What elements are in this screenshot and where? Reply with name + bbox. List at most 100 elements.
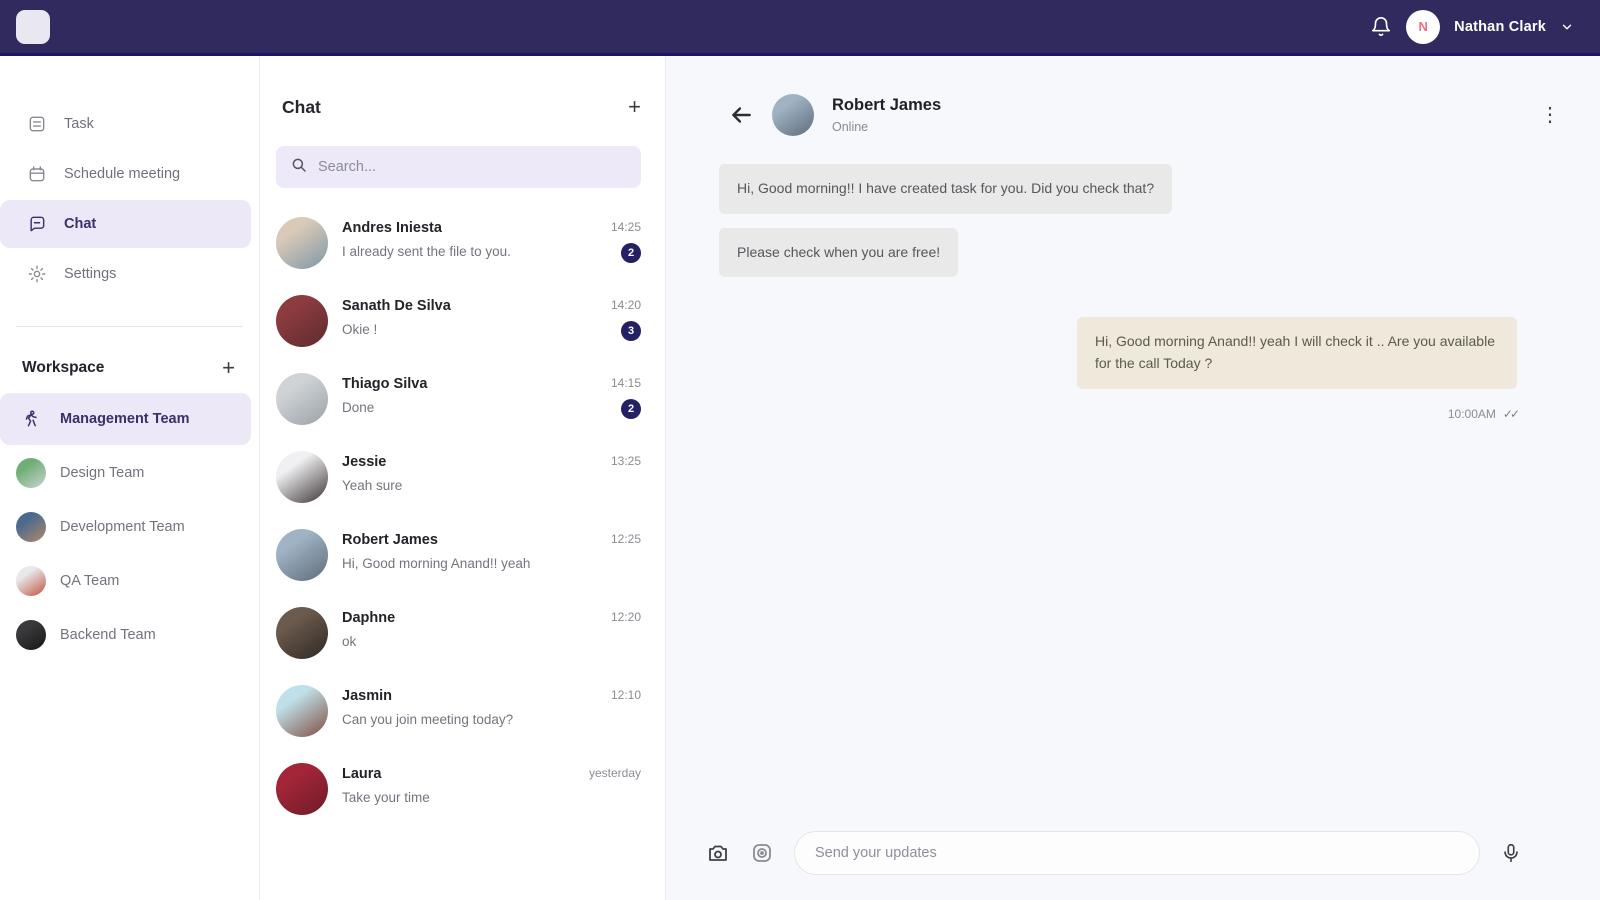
- sidebar-item-schedule-meeting[interactable]: Schedule meeting: [0, 150, 251, 198]
- conversation-panel: Robert James Online ⋮ Hi, Good morning!!…: [666, 56, 1600, 900]
- conversation-preview: I already sent the file to you.: [342, 244, 511, 259]
- sticker-icon[interactable]: [750, 841, 774, 865]
- conversation-time: 14:25: [610, 220, 641, 234]
- message-area: Hi, Good morning!! I have created task f…: [666, 156, 1600, 812]
- avatar: [276, 451, 328, 503]
- user-avatar[interactable]: N: [1406, 9, 1441, 44]
- conversation-time: 12:25: [610, 532, 641, 546]
- search-icon: [290, 156, 308, 179]
- conversation-preview: Hi, Good morning Anand!! yeah: [342, 556, 531, 571]
- conversation-item[interactable]: Thiago Silva Done 14:15 2: [260, 360, 665, 438]
- sidebar-item-label: Settings: [64, 266, 117, 282]
- conversation-preview: Done: [342, 400, 375, 415]
- conversation-name: Thiago Silva: [342, 376, 428, 392]
- add-workspace-button[interactable]: +: [222, 357, 235, 379]
- team-item-management[interactable]: Management Team: [0, 393, 251, 445]
- conversation-name: Jessie: [342, 454, 387, 470]
- app-window: N Nathan Clark Task Schedule meeting Cha…: [0, 0, 1600, 900]
- sidebar-item-label: Schedule meeting: [64, 166, 181, 182]
- avatar: [276, 607, 328, 659]
- conversation-item[interactable]: Jessie Yeah sure 13:25: [260, 438, 665, 516]
- message-timestamp: 10:00AM: [1447, 406, 1496, 421]
- conversation-preview: Take your time: [342, 790, 430, 805]
- conversation-time: 12:10: [610, 688, 641, 702]
- avatar: [276, 529, 328, 581]
- team-item-design[interactable]: Design Team: [0, 447, 251, 499]
- conversation-name: Jasmin: [342, 688, 392, 704]
- conversation-item[interactable]: Sanath De Silva Okie ! 14:20 3: [260, 282, 665, 360]
- conversation-item[interactable]: Andres Iniesta I already sent the file t…: [260, 204, 665, 282]
- message-composer: [666, 812, 1600, 900]
- team-item-label: Development Team: [60, 519, 185, 535]
- chat-icon: [26, 214, 48, 234]
- conversation-time: yesterday: [588, 766, 641, 780]
- kebab-menu-icon[interactable]: ⋮: [1540, 105, 1560, 125]
- conversation-time: 14:20: [610, 298, 641, 312]
- team-item-label: Backend Team: [60, 627, 156, 643]
- conversation-preview: ok: [342, 634, 357, 649]
- conversation-time: 12:20: [610, 610, 641, 624]
- incoming-message: Please check when you are free!: [719, 227, 959, 278]
- conversation-preview: Yeah sure: [342, 478, 403, 493]
- incoming-message: Hi, Good morning!! I have created task f…: [719, 164, 1173, 214]
- conversation-time: 14:15: [610, 376, 641, 390]
- conversation-item[interactable]: Robert James Hi, Good morning Anand!! ye…: [260, 516, 665, 594]
- search-bar[interactable]: [276, 146, 641, 188]
- avatar: [772, 94, 814, 136]
- unread-badge: 3: [621, 321, 641, 341]
- conversation-name: Andres Iniesta: [342, 220, 442, 236]
- microphone-icon[interactable]: [1500, 842, 1522, 864]
- new-chat-button[interactable]: +: [628, 96, 641, 118]
- chat-list-title: Chat: [282, 96, 321, 117]
- team-avatar: [16, 512, 46, 542]
- sidebar: Task Schedule meeting Chat Settings Work…: [0, 56, 260, 900]
- app-logo[interactable]: [16, 9, 50, 44]
- conversation-preview: Can you join meeting today?: [342, 712, 514, 727]
- online-status: Online: [832, 120, 869, 134]
- message-input[interactable]: [794, 831, 1480, 875]
- team-avatar: [16, 566, 46, 596]
- chat-list-panel: Chat + Andres Iniesta I already sent the…: [260, 56, 666, 900]
- avatar: [276, 217, 328, 269]
- conversation-time: 13:25: [610, 454, 641, 468]
- gear-icon: [26, 264, 48, 284]
- outgoing-message: Hi, Good morning Anand!! yeah I will che…: [1077, 317, 1517, 389]
- sidebar-item-task[interactable]: Task: [0, 100, 251, 148]
- running-person-icon: [16, 409, 46, 429]
- sidebar-item-chat[interactable]: Chat: [0, 200, 251, 248]
- task-icon: [26, 114, 48, 134]
- avatar: [276, 763, 328, 815]
- top-bar: N Nathan Clark: [0, 0, 1600, 56]
- notifications-bell-icon[interactable]: [1370, 16, 1392, 38]
- conversation-header: Robert James Online ⋮: [666, 56, 1600, 156]
- team-item-backend[interactable]: Backend Team: [0, 609, 251, 661]
- user-name: Nathan Clark: [1454, 18, 1546, 35]
- calendar-icon: [26, 164, 48, 184]
- search-input[interactable]: [318, 159, 627, 175]
- conversation-name: Robert James: [342, 532, 438, 548]
- conversation-preview: Okie !: [342, 322, 378, 337]
- conversation-item[interactable]: Laura Take your time yesterday: [260, 750, 665, 828]
- team-item-label: Management Team: [60, 411, 190, 427]
- avatar: [276, 685, 328, 737]
- unread-badge: 2: [621, 399, 641, 419]
- chevron-down-icon[interactable]: [1560, 20, 1574, 34]
- team-avatar: [16, 458, 46, 488]
- conversation-item[interactable]: Daphne ok 12:20: [260, 594, 665, 672]
- conversation-partner-name: Robert James: [832, 96, 942, 114]
- sidebar-item-label: Chat: [64, 216, 97, 232]
- conversation-list: Andres Iniesta I already sent the file t…: [260, 204, 665, 828]
- camera-icon[interactable]: [706, 841, 730, 865]
- workspace-title: Workspace: [22, 359, 105, 376]
- team-item-label: QA Team: [60, 573, 120, 589]
- conversation-item[interactable]: Jasmin Can you join meeting today? 12:10: [260, 672, 665, 750]
- conversation-name: Daphne: [342, 610, 396, 626]
- read-receipt-icon: ✓✓: [1502, 406, 1520, 421]
- avatar: [276, 295, 328, 347]
- team-item-development[interactable]: Development Team: [0, 501, 251, 553]
- team-item-qa[interactable]: QA Team: [0, 555, 251, 607]
- sidebar-item-settings[interactable]: Settings: [0, 250, 251, 298]
- conversation-name: Sanath De Silva: [342, 298, 451, 314]
- unread-badge: 2: [621, 243, 641, 263]
- back-arrow-icon[interactable]: [728, 102, 754, 128]
